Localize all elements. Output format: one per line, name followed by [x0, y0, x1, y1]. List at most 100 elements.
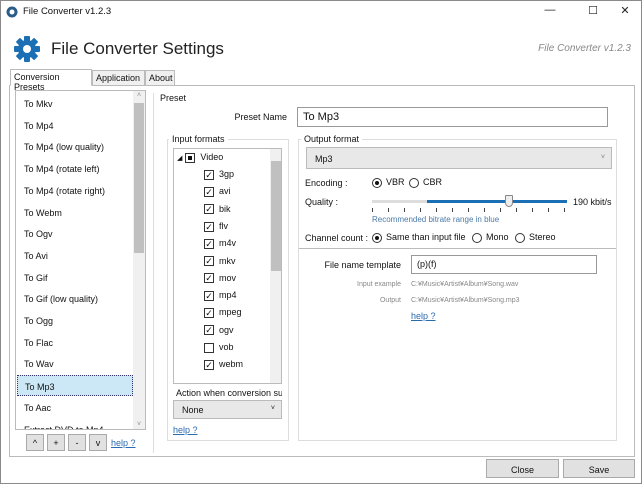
output-example-label: Output [379, 297, 401, 304]
preset-item[interactable]: To Wav [17, 353, 133, 374]
format-item[interactable]: ✓ webm [204, 359, 243, 370]
window-title: File Converter v1.2.3 [23, 6, 112, 17]
add-preset-button[interactable]: + [47, 434, 65, 451]
checked-checkbox-icon[interactable]: ✓ [204, 186, 214, 197]
divider [299, 248, 616, 249]
scrollbar-thumb[interactable] [271, 161, 281, 271]
preset-item[interactable]: To Mp4 (rotate left) [17, 158, 133, 179]
quality-label: Quality : [305, 197, 339, 207]
input-help-link[interactable]: help ? [173, 425, 198, 435]
format-item[interactable]: ✓ flv [204, 221, 228, 232]
radio-vbr[interactable]: VBR [372, 177, 405, 188]
format-item[interactable]: ✓ mp4 [204, 290, 237, 301]
radio-stereo[interactable]: Stereo [515, 232, 556, 243]
format-item[interactable]: vob [204, 342, 234, 353]
preset-item[interactable]: To Gif (low quality) [17, 288, 133, 309]
radio-label: CBR [423, 177, 443, 187]
indeterminate-checkbox-icon[interactable] [185, 152, 196, 163]
output-help-link[interactable]: help ? [411, 311, 436, 321]
format-item[interactable]: ✓ mpeg [204, 307, 242, 319]
checked-checkbox-icon[interactable]: ✓ [204, 325, 214, 336]
preset-item[interactable]: To Mp4 (rotate right) [17, 180, 133, 201]
preset-item[interactable]: To Ogv [17, 223, 133, 244]
format-item[interactable]: ✓ m4v [204, 238, 236, 249]
close-window-button[interactable]: ✕ [613, 4, 637, 20]
checked-checkbox-icon[interactable]: ✓ [204, 308, 214, 319]
format-label: webm [219, 359, 244, 370]
format-item[interactable]: ✓ mkv [204, 256, 236, 267]
checked-checkbox-icon[interactable]: ✓ [204, 273, 214, 284]
radio-icon [472, 232, 482, 243]
format-label: mpeg [219, 307, 242, 318]
category-label: Video [200, 152, 224, 162]
checkbox-icon[interactable] [204, 342, 214, 353]
remove-preset-button[interactable]: - [68, 434, 86, 451]
preset-list[interactable]: ˄ ˅ To Mkv To Mp4 To Mp4 (low quality) To M… [15, 90, 146, 430]
preset-item[interactable]: To Ogg [17, 310, 133, 331]
radio-same-channels[interactable]: Same than input file [372, 232, 466, 243]
tab-application[interactable]: Application [92, 70, 145, 86]
page-title: File Converter Settings [51, 39, 224, 58]
preset-item[interactable]: To Flac [17, 332, 133, 353]
checked-checkbox-icon[interactable]: ✓ [204, 204, 214, 215]
preset-list-scrollbar[interactable]: ˄ ˅ [133, 91, 145, 429]
tab-conversion-presets[interactable]: Conversion Presets [10, 69, 92, 92]
move-down-button[interactable]: v [89, 434, 107, 451]
scroll-down-icon[interactable]: ˅ [133, 421, 145, 428]
format-label: ogv [219, 324, 234, 335]
save-button[interactable]: Save [563, 459, 635, 478]
checked-checkbox-icon[interactable]: ✓ [204, 221, 214, 232]
expand-arrow-icon[interactable]: ◢ [177, 155, 182, 162]
maximize-button[interactable]: ☐ [581, 4, 605, 20]
close-button[interactable]: Close [486, 459, 559, 478]
preset-item[interactable]: To Aac [17, 397, 133, 418]
encoding-label: Encoding : [305, 178, 348, 188]
version-label: File Converter v1.2.3 [538, 43, 631, 54]
scroll-up-icon[interactable]: ˄ [133, 92, 145, 99]
preset-item[interactable]: To Avi [17, 245, 133, 266]
format-item[interactable]: ✓ 3gp [204, 169, 234, 180]
format-item[interactable]: ✓ ogv [204, 325, 234, 336]
scrollbar-thumb[interactable] [134, 103, 144, 253]
action-dropdown[interactable]: None ˅ [173, 400, 282, 419]
recommended-range-bar [426, 200, 567, 203]
radio-label: Same than input file [386, 232, 466, 242]
radio-label: VBR [386, 177, 405, 187]
action-label: Action when conversion su [176, 388, 282, 398]
output-format-dropdown[interactable]: Mp3 ˅ [306, 147, 612, 169]
checked-checkbox-icon[interactable]: ✓ [204, 359, 214, 370]
preset-item[interactable]: To Gif [17, 267, 133, 288]
template-input[interactable]: (p)(f) [411, 255, 597, 274]
checked-checkbox-icon[interactable]: ✓ [204, 238, 214, 249]
format-item[interactable]: ✓ bik [204, 204, 231, 215]
tree-scrollbar[interactable] [270, 149, 281, 383]
preset-item[interactable]: To Webm [17, 202, 133, 223]
preset-item[interactable]: Extract DVD to Mp4 [17, 419, 133, 430]
preset-item[interactable]: To Mp4 [17, 115, 133, 136]
checked-checkbox-icon[interactable]: ✓ [204, 169, 214, 180]
format-item[interactable]: ✓ mov [204, 273, 236, 284]
slider-ticks [372, 208, 567, 212]
move-up-button[interactable]: ^ [26, 434, 44, 451]
presets-help-link[interactable]: help ? [111, 438, 136, 448]
checked-checkbox-icon[interactable]: ✓ [204, 256, 214, 267]
radio-icon [515, 232, 525, 243]
format-label: avi [219, 186, 231, 197]
tab-about[interactable]: About [145, 70, 175, 86]
format-item[interactable]: ✓ avi [204, 186, 231, 197]
format-label: bik [219, 203, 231, 214]
quality-slider[interactable] [372, 195, 567, 207]
preset-name-input[interactable]: To Mp3 [297, 107, 608, 127]
slider-thumb[interactable] [504, 195, 513, 207]
preset-item[interactable]: To Mkv [17, 93, 133, 114]
tree-node-video[interactable]: ◢ Video [177, 152, 223, 163]
template-label: File name template [324, 260, 401, 270]
radio-mono[interactable]: Mono [472, 232, 509, 243]
radio-cbr[interactable]: CBR [409, 177, 442, 188]
preset-item[interactable]: To Mp4 (low quality) [17, 136, 133, 157]
output-example-value: C:¥Music¥Artist¥Album¥Song.mp3 [411, 297, 520, 304]
preset-item[interactable]: To Mp3 [17, 375, 133, 397]
checked-checkbox-icon[interactable]: ✓ [204, 290, 214, 301]
minimize-button[interactable]: — [538, 4, 562, 20]
gear-icon [14, 36, 40, 62]
